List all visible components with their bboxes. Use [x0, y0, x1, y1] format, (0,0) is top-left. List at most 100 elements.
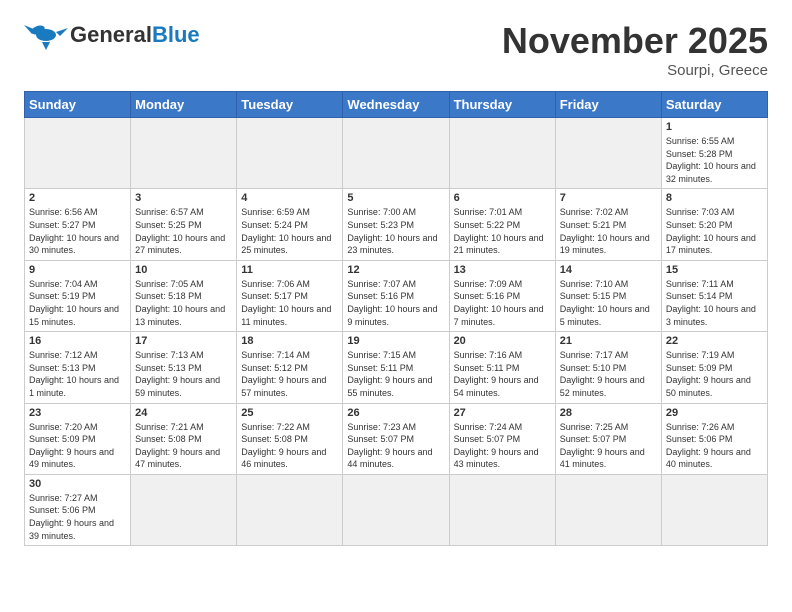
- day-cell: 10 Sunrise: 7:05 AMSunset: 5:18 PMDayligh…: [131, 260, 237, 331]
- day-number: 13: [454, 264, 551, 276]
- day-number: 29: [666, 407, 763, 419]
- page: GeneralBlue November 2025 Sourpi, Greece…: [0, 0, 792, 562]
- day-info: Sunrise: 7:23 AMSunset: 5:07 PMDaylight:…: [347, 421, 444, 471]
- day-number: 8: [666, 192, 763, 204]
- day-cell: 21 Sunrise: 7:17 AMSunset: 5:10 PMDayligh…: [555, 332, 661, 403]
- week-row-5: 23 Sunrise: 7:20 AMSunset: 5:09 PMDayligh…: [25, 403, 768, 474]
- day-cell: 18Sunrise: 7:14 AMSunset: 5:12 PMDayligh…: [237, 332, 343, 403]
- header-friday: Friday: [555, 92, 661, 118]
- day-info: Sunrise: 7:05 AMSunset: 5:18 PMDaylight:…: [135, 278, 232, 328]
- day-info: Sunrise: 7:00 AMSunset: 5:23 PMDaylight:…: [347, 206, 444, 256]
- day-cell: 12Sunrise: 7:07 AMSunset: 5:16 PMDayligh…: [343, 260, 449, 331]
- day-cell: 4Sunrise: 6:59 AMSunset: 5:24 PMDaylight…: [237, 189, 343, 260]
- day-cell: 16 Sunrise: 7:12 AMSunset: 5:13 PMDayligh…: [25, 332, 131, 403]
- day-number: 19: [347, 335, 444, 347]
- day-info: Sunrise: 7:25 AMSunset: 5:07 PMDaylight:…: [560, 421, 657, 471]
- logo-bird-icon: [24, 20, 68, 50]
- header: GeneralBlue November 2025 Sourpi, Greece: [24, 20, 768, 79]
- day-number: 7: [560, 192, 657, 204]
- day-number: 4: [241, 192, 338, 204]
- day-cell: 28Sunrise: 7:25 AMSunset: 5:07 PMDayligh…: [555, 403, 661, 474]
- day-number: 16: [29, 335, 126, 347]
- day-info: Sunrise: 7:13 AMSunset: 5:13 PMDaylight:…: [135, 349, 232, 399]
- day-info: Sunrise: 7:04 AMSunset: 5:19 PMDaylight:…: [29, 278, 126, 328]
- day-cell: [661, 474, 767, 545]
- day-cell: 14Sunrise: 7:10 AMSunset: 5:15 PMDayligh…: [555, 260, 661, 331]
- day-number: 10: [135, 264, 232, 276]
- day-cell: 7 Sunrise: 7:02 AMSunset: 5:21 PMDaylight…: [555, 189, 661, 260]
- day-cell: 2 Sunrise: 6:56 AMSunset: 5:27 PMDaylight…: [25, 189, 131, 260]
- day-cell: 24Sunrise: 7:21 AMSunset: 5:08 PMDayligh…: [131, 403, 237, 474]
- day-info: Sunrise: 7:06 AMSunset: 5:17 PMDaylight:…: [241, 278, 338, 328]
- day-info: Sunrise: 7:17 AMSunset: 5:10 PMDaylight:…: [560, 349, 657, 399]
- day-number: 6: [454, 192, 551, 204]
- day-cell: 15 Sunrise: 7:11 AMSunset: 5:14 PMDayligh…: [661, 260, 767, 331]
- day-info: Sunrise: 7:20 AMSunset: 5:09 PMDaylight:…: [29, 421, 126, 471]
- calendar-location: Sourpi, Greece: [502, 62, 768, 79]
- day-info: Sunrise: 7:27 AMSunset: 5:06 PMDaylight:…: [29, 492, 126, 542]
- day-cell: 3 Sunrise: 6:57 AMSunset: 5:25 PMDaylight…: [131, 189, 237, 260]
- week-row-3: 9 Sunrise: 7:04 AMSunset: 5:19 PMDaylight…: [25, 260, 768, 331]
- day-info: Sunrise: 7:21 AMSunset: 5:08 PMDaylight:…: [135, 421, 232, 471]
- week-row-6: 30Sunrise: 7:27 AMSunset: 5:06 PMDayligh…: [25, 474, 768, 545]
- day-number: 11: [241, 264, 338, 276]
- day-number: 20: [454, 335, 551, 347]
- week-row-4: 16 Sunrise: 7:12 AMSunset: 5:13 PMDayligh…: [25, 332, 768, 403]
- day-number: 21: [560, 335, 657, 347]
- day-cell: 19 Sunrise: 7:15 AMSunset: 5:11 PMDayligh…: [343, 332, 449, 403]
- day-info: Sunrise: 7:01 AMSunset: 5:22 PMDaylight:…: [454, 206, 551, 256]
- day-number: 17: [135, 335, 232, 347]
- day-cell: 26 Sunrise: 7:23 AMSunset: 5:07 PMDayligh…: [343, 403, 449, 474]
- header-saturday: Saturday: [661, 92, 767, 118]
- day-cell: [449, 118, 555, 189]
- day-cell: 11 Sunrise: 7:06 AMSunset: 5:17 PMDayligh…: [237, 260, 343, 331]
- day-cell: [237, 474, 343, 545]
- day-info: Sunrise: 7:19 AMSunset: 5:09 PMDaylight:…: [666, 349, 763, 399]
- day-number: 9: [29, 264, 126, 276]
- day-cell: [131, 118, 237, 189]
- header-tuesday: Tuesday: [237, 92, 343, 118]
- day-cell: 29Sunrise: 7:26 AMSunset: 5:06 PMDayligh…: [661, 403, 767, 474]
- day-cell: 13 Sunrise: 7:09 AMSunset: 5:16 PMDayligh…: [449, 260, 555, 331]
- day-info: Sunrise: 6:56 AMSunset: 5:27 PMDaylight:…: [29, 206, 126, 256]
- day-number: 15: [666, 264, 763, 276]
- day-cell: 5 Sunrise: 7:00 AMSunset: 5:23 PMDaylight…: [343, 189, 449, 260]
- day-number: 25: [241, 407, 338, 419]
- day-number: 26: [347, 407, 444, 419]
- day-cell: [131, 474, 237, 545]
- day-cell: 23 Sunrise: 7:20 AMSunset: 5:09 PMDayligh…: [25, 403, 131, 474]
- day-number: 23: [29, 407, 126, 419]
- day-info: Sunrise: 7:10 AMSunset: 5:15 PMDaylight:…: [560, 278, 657, 328]
- header-monday: Monday: [131, 92, 237, 118]
- day-cell: [343, 474, 449, 545]
- day-info: Sunrise: 7:12 AMSunset: 5:13 PMDaylight:…: [29, 349, 126, 399]
- day-number: 12: [347, 264, 444, 276]
- day-info: Sunrise: 6:57 AMSunset: 5:25 PMDaylight:…: [135, 206, 232, 256]
- calendar-table: Sunday Monday Tuesday Wednesday Thursday…: [24, 91, 768, 546]
- week-row-1: 1 Sunrise: 6:55 AMSunset: 5:28 PMDaylight…: [25, 118, 768, 189]
- weekday-header-row: Sunday Monday Tuesday Wednesday Thursday…: [25, 92, 768, 118]
- day-info: Sunrise: 7:09 AMSunset: 5:16 PMDaylight:…: [454, 278, 551, 328]
- day-info: Sunrise: 7:11 AMSunset: 5:14 PMDaylight:…: [666, 278, 763, 328]
- day-cell: 25Sunrise: 7:22 AMSunset: 5:08 PMDayligh…: [237, 403, 343, 474]
- header-thursday: Thursday: [449, 92, 555, 118]
- day-number: 2: [29, 192, 126, 204]
- day-number: 3: [135, 192, 232, 204]
- day-info: Sunrise: 7:15 AMSunset: 5:11 PMDaylight:…: [347, 349, 444, 399]
- header-wednesday: Wednesday: [343, 92, 449, 118]
- day-info: Sunrise: 7:02 AMSunset: 5:21 PMDaylight:…: [560, 206, 657, 256]
- title-block: November 2025 Sourpi, Greece: [502, 20, 768, 79]
- day-cell: [449, 474, 555, 545]
- day-info: Sunrise: 7:24 AMSunset: 5:07 PMDaylight:…: [454, 421, 551, 471]
- day-cell: [25, 118, 131, 189]
- day-cell: 8Sunrise: 7:03 AMSunset: 5:20 PMDaylight…: [661, 189, 767, 260]
- day-number: 5: [347, 192, 444, 204]
- day-info: Sunrise: 6:55 AMSunset: 5:28 PMDaylight:…: [666, 135, 763, 185]
- day-cell: 17 Sunrise: 7:13 AMSunset: 5:13 PMDayligh…: [131, 332, 237, 403]
- day-cell: 1 Sunrise: 6:55 AMSunset: 5:28 PMDaylight…: [661, 118, 767, 189]
- day-number: 1: [666, 121, 763, 133]
- calendar-title: November 2025: [502, 20, 768, 62]
- day-number: 27: [454, 407, 551, 419]
- day-cell: 27 Sunrise: 7:24 AMSunset: 5:07 PMDayligh…: [449, 403, 555, 474]
- week-row-2: 2 Sunrise: 6:56 AMSunset: 5:27 PMDaylight…: [25, 189, 768, 260]
